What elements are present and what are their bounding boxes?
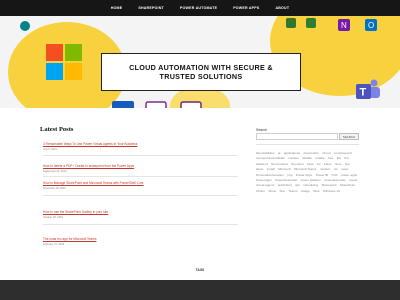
post-title-link[interactable]: How to delete a PDF / Cradle in sharepoi… [43, 164, 134, 168]
powerapps-icon [180, 100, 202, 108]
tag-link[interactable]: Teams [288, 189, 297, 193]
tag-link[interactable]: lines [335, 162, 341, 166]
footer [0, 280, 400, 300]
post-title-link[interactable]: The lunar leo app for Microsoft Teams [43, 237, 96, 241]
tag-link[interactable]: Power BI [316, 173, 329, 177]
post-date: February 27, 2019 [43, 243, 65, 246]
tag-link[interactable]: fbo-frontend [271, 162, 288, 166]
svg-text:N: N [341, 21, 347, 30]
top-navigation: HOME SHAREPOINT POWER AUTOMATE POWER APP… [0, 0, 400, 16]
tag-link[interactable]: news [341, 167, 348, 171]
tag-link[interactable]: Flow [307, 162, 314, 166]
tag-link[interactable]: disable [302, 156, 312, 160]
tag-link[interactable]: scheduling [303, 183, 318, 187]
post-divider [43, 224, 238, 225]
sidebar-divider [256, 144, 359, 145]
planner-icon [286, 16, 296, 28]
excel-icon [306, 16, 316, 28]
post-item: How to delete a PDF / Cradle in sharepoi… [43, 164, 134, 173]
visio-icon [145, 100, 167, 108]
search-input[interactable] [256, 133, 338, 140]
outlook-icon: O [365, 18, 377, 31]
post-item: 4 Remarkable Ways To Use Power Virtual A… [43, 142, 137, 151]
tag-link[interactable]: Web [313, 189, 319, 193]
tag-link[interactable]: Fs [317, 162, 320, 166]
post-date: September 23, 2019 [43, 170, 67, 173]
tag-link[interactable]: Automation [303, 151, 319, 155]
post-date: November 28, 2019 [43, 187, 66, 190]
search-label: Search [256, 128, 268, 132]
tag-link[interactable]: ms [334, 167, 338, 171]
nav-power-apps[interactable]: POWER APPS [225, 6, 267, 10]
tag-link[interactable]: PowerAutomate [275, 178, 297, 182]
nav-home[interactable]: HOME [103, 6, 131, 10]
svg-text:O: O [368, 21, 374, 30]
tag-link[interactable]: site [295, 183, 300, 187]
post-item: The lunar leo app for Microsoft Teams Fe… [43, 237, 96, 246]
microsoft-logo-icon [46, 44, 82, 80]
tag-link[interactable]: computersoft [334, 151, 352, 155]
hero-title-line-1: CLOUD AUTOMATION WITH SECURE & [129, 62, 273, 72]
tag-link[interactable]: Usage [301, 189, 310, 193]
nav-power-automate[interactable]: POWER AUTOMATE [172, 6, 225, 10]
tag-link[interactable]: power platform [301, 178, 321, 182]
tag-link[interactable]: Text [279, 189, 285, 193]
tag-link[interactable]: bus [345, 162, 350, 166]
hero-title-box: CLOUD AUTOMATION WITH SECURE & TRUSTED S… [101, 53, 301, 91]
post-title-link[interactable]: How to use the SharePoint Gallery in you… [43, 210, 108, 214]
post-date: July 6, 2021 [43, 148, 57, 151]
tag-link[interactable]: frame [324, 162, 332, 166]
tag-link[interactable]: pnp [287, 173, 292, 177]
tag-link[interactable]: Sharepoint [321, 183, 336, 187]
tag-link[interactable]: Cloud [322, 151, 330, 155]
teams-icon: T [355, 78, 381, 102]
tag-link[interactable]: powerautomate [324, 178, 345, 182]
tag-link[interactable]: free [328, 156, 333, 160]
tag-link[interactable]: PowerApps [256, 178, 272, 182]
post-item: How to use the SharePoint Gallery in you… [43, 210, 108, 219]
tag-link[interactable]: ideas [256, 167, 263, 171]
footer-tags-heading: TAGS [195, 268, 205, 272]
tag-link[interactable]: cookies [288, 156, 299, 160]
onenote-icon: N [338, 18, 350, 31]
tag-link[interactable]: fbo-client [291, 162, 304, 166]
tag-cloud: #sensabilities ai applications Automatio… [256, 151, 360, 194]
tag-link[interactable]: connectmeworldwide [256, 156, 285, 160]
tag-link[interactable]: Power Apps [296, 173, 313, 177]
tag-link[interactable]: modern [320, 167, 331, 171]
post-date: October 18, 2019 [43, 216, 64, 219]
svg-text:T: T [360, 87, 367, 99]
post-title-link[interactable]: 4 Remarkable Ways To Use Power Virtual A… [43, 142, 137, 146]
tag-link[interactable]: applications [284, 151, 300, 155]
tag-link[interactable]: power apps [341, 173, 357, 177]
tag-link[interactable]: install [267, 167, 275, 171]
post-title-link[interactable]: How to Manage SharePoint and Microsoft T… [43, 181, 144, 185]
hero-title-line-2: TRUSTED SOLUTIONS [159, 72, 243, 81]
search-button[interactable]: SEARCH [339, 133, 359, 140]
sharepoint-icon [20, 18, 30, 31]
post-divider [43, 195, 238, 196]
tag-link[interactable]: Show [268, 189, 276, 193]
post-divider [43, 176, 238, 177]
tag-link[interactable]: enable [315, 156, 324, 160]
nav-sharepoint[interactable]: SHAREPOINT [130, 6, 172, 10]
tag-link[interactable]: PersonalAutomation [256, 173, 284, 177]
tag-link[interactable]: fbo [337, 156, 341, 160]
tag-link[interactable]: #sensabilities [256, 151, 275, 155]
hero-banner: N O T CLOUD AUTOMATION WITH SECURE & TRU… [0, 16, 400, 108]
tag-link[interactable]: publishing [278, 183, 292, 187]
tag-link[interactable]: Microsoft Teams [294, 167, 316, 171]
tag-link[interactable]: ai [278, 151, 280, 155]
tag-link[interactable]: PVA [332, 173, 338, 177]
nav-about[interactable]: ABOUT [267, 6, 297, 10]
word-icon [112, 100, 134, 108]
post-divider [43, 155, 238, 156]
latest-posts-heading: Latest Posts [40, 126, 74, 133]
tag-link[interactable]: Microsoft [278, 167, 291, 171]
post-item: How to Manage SharePoint and Microsoft T… [43, 181, 144, 190]
tag-link[interactable]: Windows 10 [323, 189, 340, 193]
